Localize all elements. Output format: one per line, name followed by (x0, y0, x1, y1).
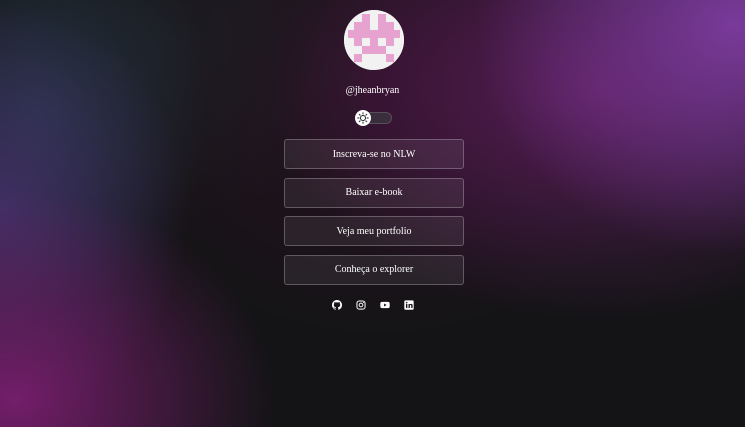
switch-knob[interactable] (355, 110, 371, 126)
linkedin-link[interactable] (403, 300, 414, 310)
username: @jheanbryan (345, 85, 400, 96)
theme-switch[interactable] (355, 110, 392, 126)
avatar (344, 10, 404, 70)
linkedin-icon (403, 300, 414, 310)
links-list: Inscreva-se no NLW Baixar e-book Veja me… (284, 139, 464, 293)
instagram-icon (355, 300, 366, 310)
link-explorer[interactable]: Conheça o explorer (284, 254, 464, 285)
link-baixar-ebook[interactable]: Baixar e-book (284, 177, 464, 208)
github-link[interactable] (331, 300, 342, 310)
sun-icon (357, 112, 369, 124)
social-links (0, 300, 745, 310)
youtube-icon (379, 301, 390, 309)
github-icon (331, 300, 342, 310)
link-portfolio[interactable]: Veja meu portfolio (284, 216, 464, 246)
link-inscreva-se-nlw[interactable]: Inscreva-se no NLW (284, 139, 464, 169)
identicon-image (344, 10, 404, 70)
youtube-link[interactable] (379, 300, 390, 310)
instagram-link[interactable] (355, 300, 366, 310)
